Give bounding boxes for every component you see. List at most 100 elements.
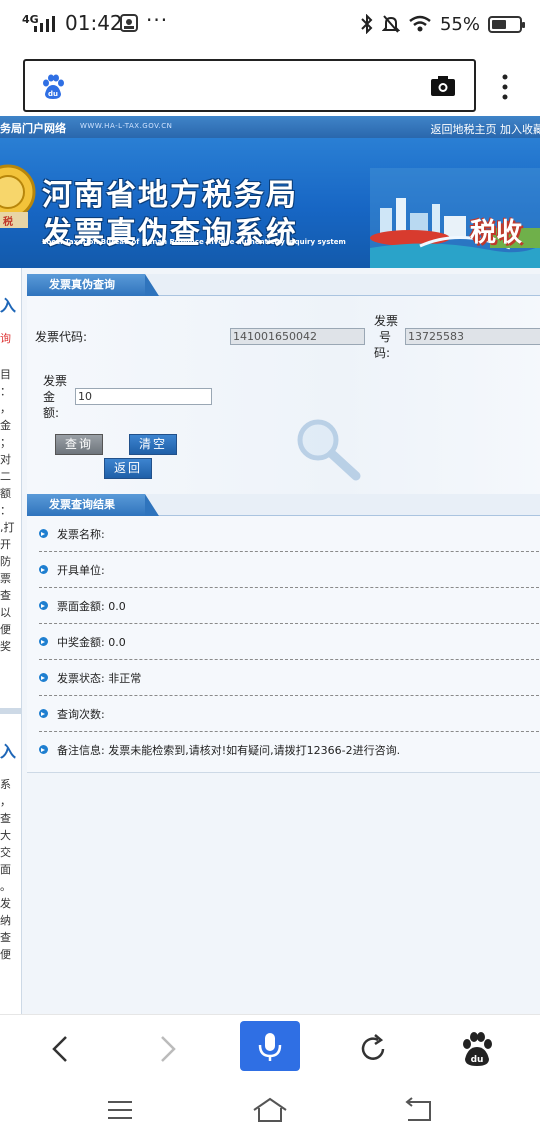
signal-icon [34,16,55,32]
invoice-number-input[interactable] [405,328,540,345]
back-button[interactable]: 返回 [104,458,152,479]
query-panel-header: 发票真伪查询 [27,274,540,296]
sidebar-fragment: 系 [0,778,11,791]
battery-level [492,19,507,29]
sidebar-fragment: 便 [0,948,11,961]
bullet-icon [39,745,48,754]
tax-emblem-icon: 税 [0,164,36,228]
sidebar-fragment: 二 [0,470,11,483]
svg-text:税: 税 [3,215,13,228]
query-panel-tab: 发票真伪查询 [27,274,159,296]
sidebar-fragment: 询 [0,332,11,345]
home-icon[interactable] [252,1096,288,1124]
notification-app-icon [120,14,138,32]
invoice-number-label-3: 码: [374,346,391,360]
result-text: 发票名称: [57,528,105,541]
return-icon[interactable] [400,1096,436,1124]
clear-button[interactable]: 清空 [129,434,177,455]
result-row: 中奖金额: 0.0 [39,624,539,660]
magnifier-icon [297,419,361,481]
more-notifications-icon: ··· [146,8,169,32]
sidebar-fragment: 查 [0,589,11,602]
banner-tag: 税收 [470,218,523,248]
result-text: 发票状态: 非正常 [57,672,142,685]
back-icon[interactable] [42,1029,82,1069]
sidebar-fragment: 纳 [0,914,11,927]
result-row: 备注信息: 发票未能检索到,请核对!如有疑问,请拨打12366-2进行咨询. [39,732,539,768]
wifi-icon [409,15,431,32]
invoice-amount-label-3: 额: [43,406,60,420]
address-bar[interactable]: du [23,59,476,112]
bullet-icon [39,709,48,718]
site-top-strip: 务局门户网络 WWW.HA-L-TAX.GOV.CN 返回地税主页 加入收藏 [0,116,540,138]
result-row: 发票状态: 非正常 [39,660,539,696]
banner-subtitle: Local Taxation Bureau of Henan Province … [42,238,346,246]
result-row: 查询次数: [39,696,539,732]
sidebar-fragment: 大 [0,829,11,842]
battery-icon [488,15,525,33]
sidebar-fragment: ： [0,504,11,517]
sidebar-head-2: 入 [0,742,17,761]
sidebar-head-1: 入 [0,296,17,315]
mic-icon [258,1033,282,1061]
result-text: 票面金额: 0.0 [57,600,126,613]
query-button[interactable]: 查询 [55,434,103,455]
sidebar-fragment: 金 [0,419,11,432]
camera-icon[interactable] [430,75,456,97]
forward-icon[interactable] [148,1029,188,1069]
baidu-home-icon[interactable]: du [457,1029,497,1069]
invoice-amount-label-1: 发票 [43,374,68,388]
status-right: 55% [360,11,525,37]
svg-text:du: du [48,90,58,98]
web-page: 务局门户网络 WWW.HA-L-TAX.GOV.CN 返回地税主页 加入收藏 税… [0,116,540,1014]
sidebar-fragment: 防 [0,555,11,568]
more-menu-icon[interactable] [494,72,516,102]
sidebar-fragment: 以 [0,606,11,619]
result-panel-header: 发票查询结果 [27,494,540,516]
sidebar-fragment: 目 [0,368,11,381]
sidebar-fragment: 开 [0,538,11,551]
sidebar-separator [0,708,21,714]
sidebar-text-1[interactable]: 询 [0,330,21,347]
result-text: 开具单位: [57,564,105,577]
invoice-code-label: 发票代码: [35,330,88,344]
sidebar-fragment: 奖 [0,640,11,653]
browser-bottom-nav: du [0,1014,540,1082]
sidebar-fragment: 额 [0,487,11,500]
mute-icon [381,15,400,33]
invoice-amount-input[interactable] [75,388,212,405]
invoice-code-input[interactable] [230,328,365,345]
voice-search-button[interactable] [240,1021,300,1071]
refresh-icon[interactable] [353,1029,393,1069]
result-text: 备注信息: 发票未能检索到,请核对!如有疑问,请拨打12366-2进行咨询. [57,744,401,757]
status-bar: 4G 01:42 ··· 55% [0,0,540,48]
sidebar-fragment: 查 [0,812,11,825]
menu-icon[interactable] [102,1096,138,1124]
sidebar-fragment: ： [0,385,11,398]
sidebar-fragment: ， [0,795,11,808]
svg-text:du: du [471,1055,484,1065]
sidebar-fragment: 便 [0,623,11,636]
sidebar-fragment: 。 [0,880,11,893]
result-text: 查询次数: [57,708,105,721]
bullet-icon [39,565,48,574]
sidebar-fragment: 面 [0,863,11,876]
sidebar-text-2: 目 ： ， 金 ； 对二额 ： ,打开防票查以便奖 [0,366,21,655]
result-text: 中奖金额: 0.0 [57,636,126,649]
sidebar-fragment: 对 [0,453,11,466]
sidebar-fragment: 查 [0,931,11,944]
battery-percent: 55% [439,13,480,35]
clock: 01:42 [65,11,123,35]
result-row: 发票名称: [39,516,539,552]
site-banner: 税 河南省地方税务局 发票真伪查询系统 税收 Local Taxation Bu… [0,138,540,268]
browser-toolbar: du [0,48,540,116]
baidu-icon: du [43,74,64,99]
system-nav-bar [0,1082,540,1140]
result-list: 发票名称: 开具单位: 票面金额: 0.0 中奖金额: 0.0 发票状态: 非正常 查询次… [27,516,540,773]
top-links[interactable]: 返回地税主页 加入收藏 [431,121,540,137]
bullet-icon [39,637,48,646]
sidebar-text-3: 系，查大交面。发纳查便 [0,776,21,963]
bluetooth-icon [361,14,373,34]
bullet-icon [39,601,48,610]
bullet-icon [39,673,48,682]
